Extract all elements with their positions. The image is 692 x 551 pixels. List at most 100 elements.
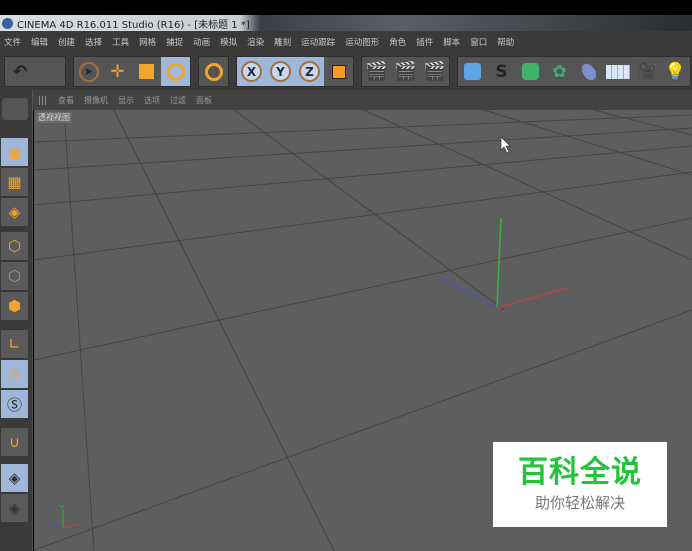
undo-group: ↶ xyxy=(4,56,66,87)
texture-mode-button[interactable]: ◈ xyxy=(1,198,28,226)
menu-mograph[interactable]: 运动图形 xyxy=(345,36,379,48)
move-tool-button[interactable]: ✛ xyxy=(103,57,132,86)
magnet-icon: ∪ xyxy=(9,433,20,451)
array-button[interactable]: ✿ xyxy=(545,57,574,86)
checker-cube-icon: ▦ xyxy=(7,173,22,191)
light-bulb-icon: 💡 xyxy=(664,61,687,82)
menu-select[interactable]: 选择 xyxy=(85,36,102,48)
floor-button[interactable] xyxy=(603,57,632,86)
z-axis-lock-button[interactable]: Z xyxy=(295,57,324,86)
camera-icon: 🎥 xyxy=(635,61,658,82)
menu-edit[interactable]: 编辑 xyxy=(31,36,48,48)
render-group: 🎬 🎬 🎬 xyxy=(361,56,450,87)
rotate-icon xyxy=(204,62,223,81)
subdivision-surface-button[interactable] xyxy=(516,57,545,86)
subdivision-icon xyxy=(522,63,539,80)
camera-button[interactable]: 🎥 xyxy=(632,57,661,86)
viewport-label: 透视视图 xyxy=(36,112,72,123)
rotate-tool-button[interactable] xyxy=(161,57,190,86)
mouse-icon: 🖱 xyxy=(9,365,19,383)
world-axis-y-label: Y xyxy=(60,504,65,512)
y-axis-gizmo xyxy=(496,217,502,309)
x-axis-gizmo xyxy=(496,286,571,309)
watermark-subtitle: 助你轻松解决 xyxy=(534,494,625,512)
render-settings-button[interactable]: 🎬 xyxy=(420,57,449,86)
render-view-button[interactable]: 🎬 xyxy=(362,57,391,86)
watermark-title: 百科全说 xyxy=(518,455,642,490)
menu-render[interactable]: 渲染 xyxy=(247,36,264,48)
tools-group: ➤ ✛ xyxy=(73,56,191,87)
cube-button[interactable] xyxy=(458,57,487,86)
menu-help[interactable]: 帮助 xyxy=(497,36,514,48)
undo-button[interactable]: ↶ xyxy=(5,57,35,86)
menu-file[interactable]: 文件 xyxy=(4,36,21,48)
deformer-icon xyxy=(578,60,599,83)
cube-icon: ▣ xyxy=(7,143,22,161)
viewport-menu-panel[interactable]: 面板 xyxy=(196,95,212,106)
workplane-lock-icon: ◈ xyxy=(8,469,21,487)
menu-character[interactable]: 角色 xyxy=(389,36,406,48)
z-axis-gizmo xyxy=(442,278,498,309)
menu-window[interactable]: 窗口 xyxy=(470,36,487,48)
viewport-menu-display[interactable]: 显示 xyxy=(118,95,134,106)
left-toolbar: ▣ ▦ ◈ ⬡ ⬡ ⬢ ∟ 🖱 Ⓢ ∪ ◈ ◈ xyxy=(0,90,33,551)
viewport-menu-cameras[interactable]: 摄像机 xyxy=(84,95,108,106)
clapboard-gear-icon: 🎬 xyxy=(423,61,446,82)
workplane-icon: ◈ xyxy=(8,499,21,517)
axis-lock-group: X Y Z xyxy=(236,56,354,87)
top-band xyxy=(0,0,692,15)
snap-button[interactable]: ∪ xyxy=(1,428,28,456)
axis-l-icon: ∟ xyxy=(8,335,21,353)
menu-mesh[interactable]: 网格 xyxy=(139,36,156,48)
menu-simulate[interactable]: 模拟 xyxy=(220,36,237,48)
menu-tools[interactable]: 工具 xyxy=(112,36,129,48)
menu-animate[interactable]: 动画 xyxy=(193,36,210,48)
render-picture-viewer-button[interactable]: 🎬 xyxy=(391,57,420,86)
x-axis-icon: X xyxy=(241,61,262,82)
viewport-grid-icon xyxy=(39,95,48,105)
spline-pen-button[interactable]: S xyxy=(487,57,516,86)
cinema4d-icon xyxy=(2,98,28,120)
recent-tool-group xyxy=(198,56,229,87)
select-tool-button[interactable]: ➤ xyxy=(74,57,103,86)
y-axis-lock-button[interactable]: Y xyxy=(266,57,295,86)
edges-mode-button[interactable]: ⬡ xyxy=(1,262,28,290)
cube-icon xyxy=(464,63,481,80)
axis-mode-button[interactable]: ∟ xyxy=(1,330,28,358)
polygon-cube-icon: ⬢ xyxy=(7,297,22,315)
menu-plugins[interactable]: 插件 xyxy=(416,36,433,48)
menu-motion-tracking[interactable]: 运动跟踪 xyxy=(301,36,335,48)
points-cube-icon: ⬡ xyxy=(7,237,22,255)
scale-tool-button[interactable] xyxy=(132,57,161,86)
cinema4d-logo-icon xyxy=(2,17,13,29)
workplane-lock-button[interactable]: ◈ xyxy=(1,464,28,492)
polygons-mode-button[interactable]: ⬢ xyxy=(1,292,28,320)
solo-button[interactable]: Ⓢ xyxy=(1,390,28,418)
coordinate-system-button[interactable] xyxy=(324,57,353,86)
x-axis-lock-button[interactable]: X xyxy=(237,57,266,86)
model-mode-button[interactable]: ▦ xyxy=(1,168,28,196)
workplane-button[interactable]: ◈ xyxy=(1,494,28,522)
recent-rotate-button[interactable] xyxy=(199,57,228,86)
viewport-menu: 查看 摄像机 显示 选项 过滤 面板 xyxy=(33,90,692,110)
rotate-icon xyxy=(166,62,185,81)
light-button[interactable]: 💡 xyxy=(661,57,690,86)
z-axis-icon: Z xyxy=(299,61,320,82)
redo-button[interactable] xyxy=(35,57,65,86)
menu-snap[interactable]: 捕捉 xyxy=(166,36,183,48)
menu-create[interactable]: 创建 xyxy=(58,36,75,48)
viewport-menu-view[interactable]: 查看 xyxy=(58,95,74,106)
menu-script[interactable]: 脚本 xyxy=(443,36,460,48)
world-axis-indicator xyxy=(49,510,80,529)
points-mode-button[interactable]: ⬡ xyxy=(1,232,28,260)
deformer-button[interactable] xyxy=(574,57,603,86)
edges-cube-icon: ⬡ xyxy=(7,267,22,285)
tweak-mode-button[interactable]: 🖱 xyxy=(1,360,28,388)
coordinate-system-icon xyxy=(331,64,346,79)
viewport-menu-options[interactable]: 选项 xyxy=(144,95,160,106)
make-editable-button[interactable]: ▣ xyxy=(1,138,28,166)
viewport-menu-filter[interactable]: 过滤 xyxy=(170,95,186,106)
menu-sculpt[interactable]: 雕刻 xyxy=(274,36,291,48)
floor-icon xyxy=(605,64,630,79)
y-axis-icon: Y xyxy=(270,61,291,82)
